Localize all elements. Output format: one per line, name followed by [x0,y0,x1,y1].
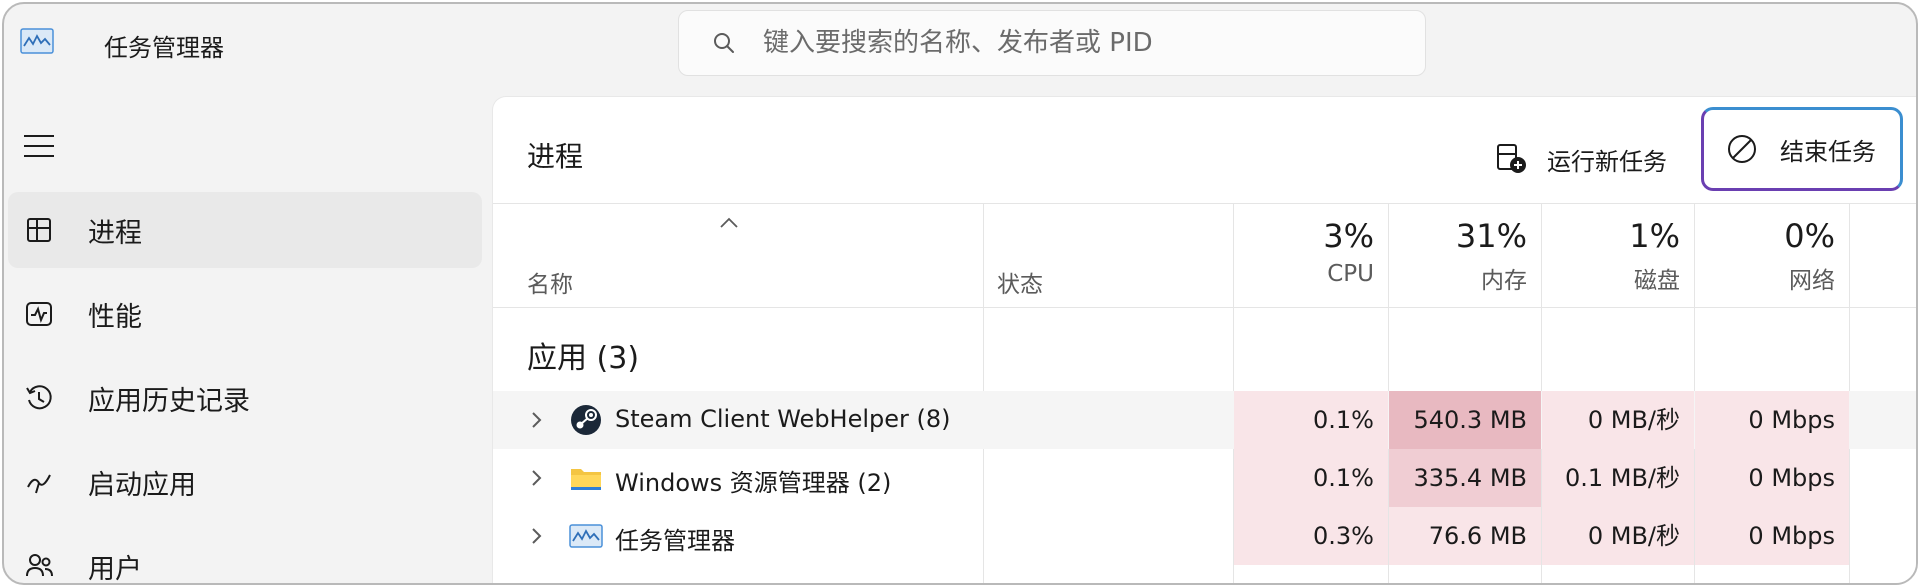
column-header-name[interactable]: 名称 [527,265,573,299]
processes-panel: 进程 运行新任务 结束任务 名称 状态 3% CPU 31% 内存 1% 磁盘 … [492,96,1916,583]
sidebar-item-label: 用户 [88,553,142,585]
network-cell: 0 Mbps [1695,391,1849,449]
memory-column-label: 内存 [1481,268,1527,294]
search-input[interactable] [763,28,1383,58]
process-name: Steam Client WebHelper (8) [615,405,951,433]
history-icon [26,385,52,410]
column-header-network[interactable]: 0% 网络 [1695,217,1835,295]
task-manager-window: 任务管理器 进程 性能 [2,2,1918,585]
sidebar-item-label: 应用历史记录 [88,385,250,417]
cpu-cell: 0.3% [1234,507,1388,565]
search-box[interactable] [678,10,1426,76]
chevron-right-icon[interactable] [531,410,543,430]
chevron-right-icon[interactable] [531,526,543,546]
column-header-cpu[interactable]: 3% CPU [1234,217,1374,287]
network-cell: 0 Mbps [1695,507,1849,565]
disk-cell: 0 MB/秒 [1542,507,1694,565]
header-divider [493,307,1916,308]
sidebar-item-startup-apps[interactable]: 启动应用 [8,444,482,520]
end-task-button[interactable]: 结束任务 [1701,107,1903,191]
disk-total-percent: 1% [1629,217,1680,255]
cpu-total-percent: 3% [1323,217,1374,255]
task-manager-app-icon [20,28,54,54]
memory-total-percent: 31% [1455,217,1527,255]
menu-icon[interactable] [22,132,56,160]
process-name: Windows 资源管理器 (2) [615,469,892,497]
memory-cell: 540.3 MB [1389,391,1541,449]
disk-cell: 0 MB/秒 [1542,391,1694,449]
memory-cell: 335.4 MB [1389,449,1541,507]
sidebar-item-app-history[interactable]: 应用历史记录 [8,360,482,436]
sidebar-item-users[interactable]: 用户 [8,528,482,585]
page-title: 进程 [527,140,584,173]
network-column-label: 网络 [1789,268,1835,294]
process-name: 任务管理器 [615,527,735,555]
disk-cell: 0.1 MB/秒 [1542,449,1694,507]
network-total-percent: 0% [1784,217,1835,255]
search-icon [714,33,734,53]
group-title-apps: 应用 (3) [527,341,640,376]
table-row[interactable]: Windows 资源管理器 (2) 0.1% 335.4 MB 0.1 MB/秒… [493,449,1916,507]
block-icon [1728,135,1756,163]
table-row[interactable]: 任务管理器 0.3% 76.6 MB 0 MB/秒 0 Mbps [493,507,1916,565]
sidebar-item-performance[interactable]: 性能 [8,276,482,352]
steam-icon [571,405,601,435]
run-new-task-button[interactable]: 运行新任务 [1495,131,1667,187]
column-header-memory[interactable]: 31% 内存 [1389,217,1527,295]
cpu-cell: 0.1% [1234,391,1388,449]
startup-icon [27,474,51,494]
memory-cell: 76.6 MB [1389,507,1541,565]
new-task-icon [1497,144,1526,173]
app-title: 任务管理器 [104,34,224,62]
task-manager-icon [569,524,603,548]
table-row[interactable]: Steam Client WebHelper (8) 0.1% 540.3 MB… [493,391,1916,449]
users-icon [26,554,53,577]
cpu-column-label: CPU [1327,261,1374,287]
chevron-right-icon[interactable] [531,468,543,488]
folder-icon [571,469,601,490]
sidebar-item-label: 性能 [88,301,142,333]
column-header-status[interactable]: 状态 [997,265,1043,299]
performance-icon [26,302,52,326]
run-new-task-label: 运行新任务 [1547,147,1667,176]
sidebar-item-processes[interactable]: 进程 [8,192,482,268]
network-cell: 0 Mbps [1695,449,1849,507]
processes-icon [27,218,51,242]
sidebar-item-label: 进程 [88,217,142,249]
disk-column-label: 磁盘 [1634,268,1680,294]
end-task-label: 结束任务 [1780,137,1876,166]
sidebar-nav: 进程 性能 应用历史记录 启动应用 用户 [4,192,484,585]
process-table: 名称 状态 3% CPU 31% 内存 1% 磁盘 0% 网络 应用 (3) S… [493,203,1916,583]
table-top-divider [493,203,1916,204]
sidebar-item-label: 启动应用 [88,469,196,501]
cpu-cell: 0.1% [1234,449,1388,507]
title-bar: 任务管理器 [4,4,1916,82]
column-header-disk[interactable]: 1% 磁盘 [1542,217,1680,295]
sort-ascending-icon[interactable] [719,217,739,229]
